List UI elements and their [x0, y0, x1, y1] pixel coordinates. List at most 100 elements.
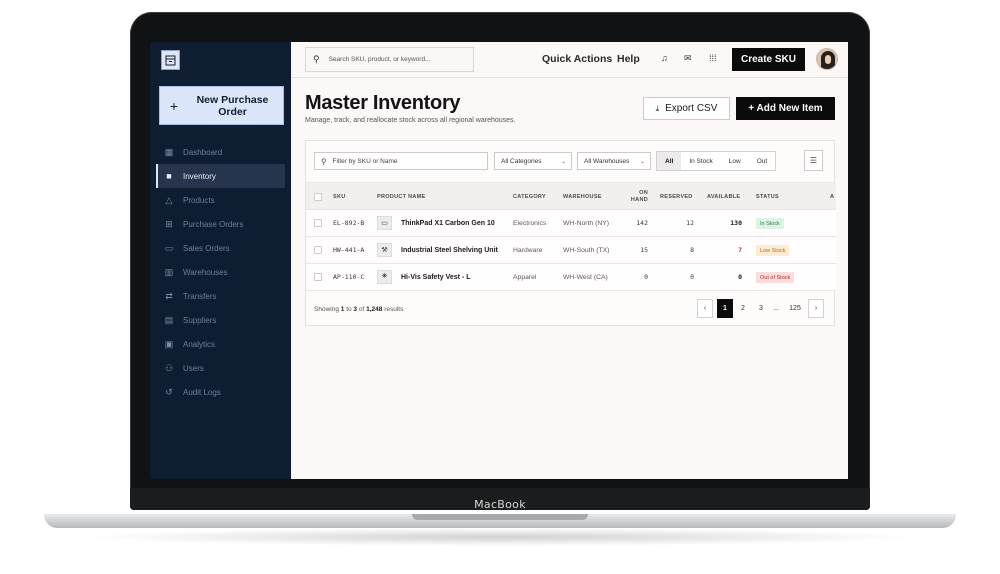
results-total: 1,248 [366, 306, 383, 313]
sidebar-item-label: Audit Logs [183, 387, 221, 397]
row-warehouse: WH-South (TX) [563, 246, 610, 254]
sidebar-item-warehouses[interactable]: ▥ Warehouses [150, 260, 291, 284]
row-product-name[interactable]: ThinkPad X1 Carbon Gen 10 [401, 210, 495, 236]
segment-out[interactable]: Out [749, 152, 775, 170]
filter-icon[interactable]: ☰ [804, 150, 823, 171]
export-csv-button[interactable]: ⤓ Export CSV [643, 97, 730, 120]
warehouse-select[interactable]: All Warehouses ⌄ [577, 152, 651, 170]
column-sku[interactable]: SKU [333, 183, 346, 211]
global-search-input[interactable]: ⚲ Search SKU, product, or keyword... [305, 47, 474, 72]
analytics-icon: ▣ [164, 338, 174, 349]
search-icon: ⚲ [313, 54, 320, 64]
table-row[interactable]: AP-110-C ⛯ Hi-Vis Safety Vest - L Appare… [306, 264, 836, 291]
sidebar-item-label: Users [183, 363, 204, 373]
new-purchase-order-button[interactable]: + New Purchase Order [159, 86, 284, 125]
sidebar-item-label: Sales Orders [183, 243, 230, 253]
sidebar-item-transfers[interactable]: ⇄ Transfers [150, 284, 291, 308]
export-csv-label: Export CSV [665, 103, 718, 114]
column-warehouse[interactable]: WAREHOUSE [563, 183, 602, 211]
quick-actions-link[interactable]: Quick Actions [542, 53, 612, 65]
sidebar-item-analytics[interactable]: ▣ Analytics [150, 332, 291, 356]
pagination-ellipsis: ... [773, 305, 779, 312]
row-sku: EL-892-B [333, 219, 365, 227]
row-available: 7 [738, 246, 742, 254]
row-sku: HW-441-A [333, 246, 365, 254]
row-category: Apparel [513, 273, 537, 281]
create-sku-button[interactable]: Create SKU [732, 48, 805, 71]
row-checkbox[interactable] [314, 246, 322, 254]
row-checkbox[interactable] [314, 219, 322, 227]
truck-icon: ▭ [164, 242, 174, 253]
results-of-word: of [358, 306, 365, 313]
table-row[interactable]: HW-441-A ⚒ Industrial Steel Shelving Uni… [306, 237, 836, 264]
row-sku: AP-110-C [333, 273, 365, 281]
history-icon: ↺ [165, 386, 173, 397]
app-logo-icon[interactable] [161, 50, 180, 70]
segment-low[interactable]: Low [721, 152, 749, 170]
filter-bar: ⚲ Filter by SKU or Name All Categories ⌄… [306, 141, 836, 181]
sidebar-item-label: Analytics [183, 339, 216, 349]
sidebar-item-label: Products [183, 195, 215, 205]
column-available[interactable]: AVAILABLE [707, 183, 740, 211]
page-title: Master Inventory [305, 92, 461, 114]
sidebar-item-sales-orders[interactable]: ▭ Sales Orders [150, 236, 291, 260]
pagination-page-2[interactable]: 2 [737, 299, 749, 318]
results-showing-word: Showing [314, 306, 339, 313]
add-new-item-button[interactable]: + Add New Item [736, 97, 835, 120]
column-reserved[interactable]: RESERVED [660, 183, 693, 211]
sidebar: + New Purchase Order ▦ Dashboard ■ Invento… [150, 42, 291, 479]
row-warehouse: WH-North (NY) [563, 219, 610, 227]
pagination-next-button[interactable]: › [808, 299, 824, 318]
filter-search-input[interactable]: ⚲ Filter by SKU or Name [314, 152, 488, 170]
category-select-value: All Categories [501, 157, 542, 165]
pagination-page-125[interactable]: 125 [786, 299, 804, 318]
sidebar-item-inventory[interactable]: ■ Inventory [156, 164, 285, 188]
sidebar-item-dashboard[interactable]: ▦ Dashboard [150, 140, 291, 164]
column-category[interactable]: CATEGORY [513, 183, 546, 211]
apps-grid-icon[interactable]: ⁞⁞⁞ [709, 53, 717, 63]
sidebar-item-label: Inventory [183, 171, 216, 181]
screen: + New Purchase Order ▦ Dashboard ■ Invento… [150, 42, 848, 479]
search-icon: ⚲ [321, 156, 327, 166]
select-all-checkbox[interactable] [314, 193, 322, 201]
sidebar-item-label: Purchase Orders [183, 219, 244, 229]
inventory-table-card: ⚲ Filter by SKU or Name All Categories ⌄… [305, 140, 836, 326]
results-summary: Showing 1 to 3 of 1,248 results [314, 306, 403, 313]
column-on-hand[interactable]: ON HAND [624, 183, 648, 211]
pagination-page-3[interactable]: 3 [755, 299, 767, 318]
sidebar-item-products[interactable]: △ Products [150, 188, 291, 212]
results-word: results [384, 306, 404, 313]
avatar[interactable] [816, 48, 838, 70]
column-actions[interactable]: A [830, 183, 834, 211]
help-link[interactable]: Help [617, 53, 640, 65]
category-select[interactable]: All Categories ⌄ [494, 152, 572, 170]
row-checkbox[interactable] [314, 273, 322, 281]
row-reserved: 8 [690, 246, 694, 254]
table-row[interactable]: EL-892-B ▭ ThinkPad X1 Carbon Gen 10 Ele… [306, 210, 836, 237]
pagination-page-1[interactable]: 1 [717, 299, 733, 318]
column-status[interactable]: STATUS [756, 183, 779, 211]
wrench-icon: ⚒ [377, 243, 392, 257]
sidebar-item-users[interactable]: ⚇ Users [150, 356, 291, 380]
pagination-prev-button[interactable]: ‹ [697, 299, 713, 318]
column-product-name[interactable]: PRODUCT NAME [377, 183, 426, 211]
sidebar-item-label: Suppliers [183, 315, 217, 325]
bell-icon[interactable]: ♫ [661, 53, 668, 63]
status-badge: In Stock [756, 218, 784, 229]
segment-in-stock[interactable]: In Stock [681, 152, 720, 170]
row-on-hand: 142 [636, 219, 648, 227]
sidebar-item-audit-logs[interactable]: ↺ Audit Logs [150, 380, 291, 404]
row-on-hand: 15 [640, 246, 648, 254]
row-product-name[interactable]: Hi-Vis Safety Vest - L [401, 264, 471, 290]
plus-icon: + [169, 97, 179, 114]
document-icon: ▤ [164, 314, 174, 325]
transfer-icon: ⇄ [165, 290, 173, 301]
segment-all[interactable]: All [657, 152, 682, 170]
main-content: ⚲ Search SKU, product, or keyword... Qui… [291, 42, 848, 479]
sidebar-item-purchase-orders[interactable]: ⊞ Purchase Orders [150, 212, 291, 236]
sidebar-item-suppliers[interactable]: ▤ Suppliers [150, 308, 291, 332]
global-search-placeholder: Search SKU, product, or keyword... [328, 56, 431, 63]
mail-icon[interactable]: ✉ [684, 53, 692, 64]
filter-search-placeholder: Filter by SKU or Name [332, 157, 398, 165]
row-product-name[interactable]: Industrial Steel Shelving Unit [401, 237, 498, 263]
